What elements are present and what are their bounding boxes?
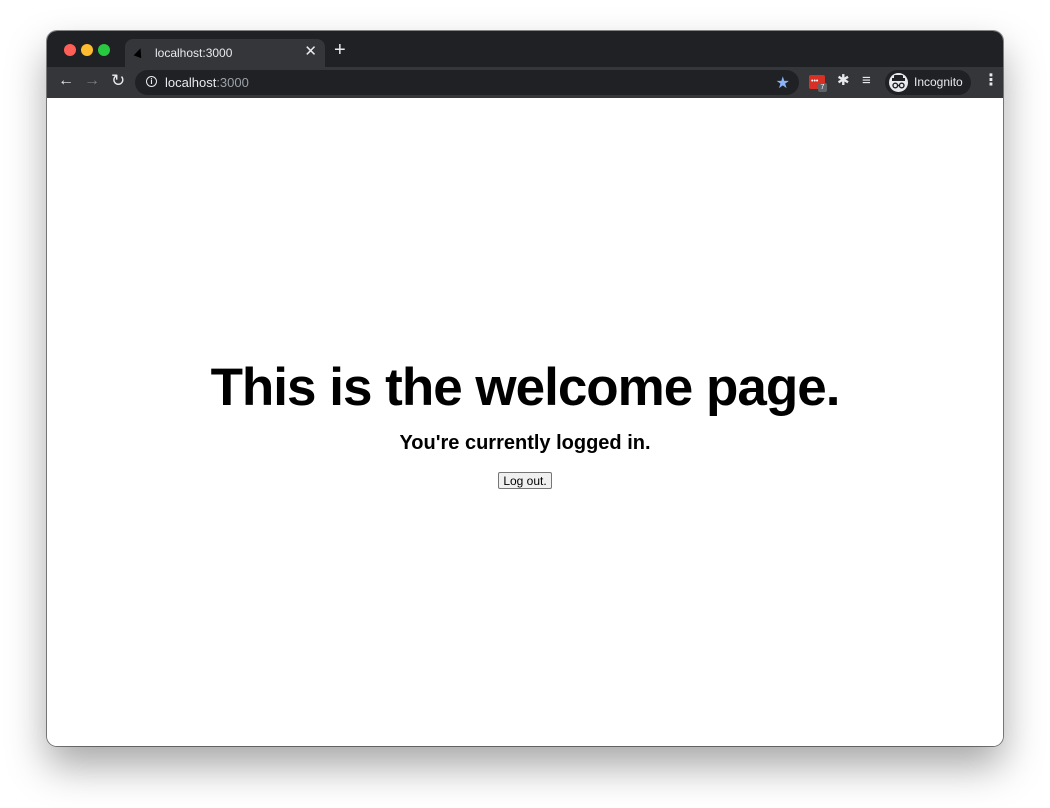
browser-tab[interactable]: localhost:3000 ✕ [125, 39, 325, 67]
screenshot-stage: localhost:3000 ✕ + ← → ↻ i localhost:300… [0, 0, 1050, 808]
triangle-logo-icon [133, 46, 145, 59]
reading-list-icon[interactable]: ≡ [862, 72, 871, 90]
profile-button[interactable]: Incognito [885, 70, 971, 95]
window-minimize-button[interactable] [81, 44, 93, 56]
incognito-icon [889, 73, 908, 92]
title-bar: localhost:3000 ✕ + [47, 31, 1003, 67]
page-title: This is the welcome page. [210, 358, 841, 417]
puzzle-icon[interactable]: ✱ [837, 72, 850, 90]
login-status-text: You're currently logged in. [399, 432, 651, 454]
url-text[interactable]: localhost:3000 [165, 75, 249, 90]
browser-toolbar: ← → ↻ i localhost:3000 ★ ••• 7 ✱ ≡ Incog… [47, 67, 1003, 98]
url-port: :3000 [216, 75, 249, 90]
tab-title: localhost:3000 [155, 46, 233, 60]
window-close-button[interactable] [64, 44, 76, 56]
browser-window: localhost:3000 ✕ + ← → ↻ i localhost:300… [47, 31, 1003, 746]
profile-label: Incognito [914, 75, 963, 89]
window-maximize-button[interactable] [98, 44, 110, 56]
extension-badge: 7 [818, 83, 827, 92]
tab-close-icon[interactable]: ✕ [304, 44, 317, 60]
bookmark-star-icon[interactable]: ★ [776, 73, 790, 93]
extension-icon[interactable]: ••• 7 [809, 75, 827, 92]
url-host: localhost [165, 75, 217, 90]
kebab-menu-icon[interactable]: ⋮ [983, 72, 999, 90]
forward-arrow-icon[interactable]: → [84, 72, 100, 90]
new-tab-icon[interactable]: + [334, 40, 346, 60]
logout-button[interactable]: Log out. [498, 472, 552, 489]
back-arrow-icon[interactable]: ← [58, 72, 74, 90]
reload-icon[interactable]: ↻ [111, 72, 125, 90]
info-icon[interactable]: i [146, 76, 157, 87]
page-content: This is the welcome page. You're current… [47, 98, 1003, 746]
address-bar[interactable]: i localhost:3000 ★ [135, 70, 799, 95]
